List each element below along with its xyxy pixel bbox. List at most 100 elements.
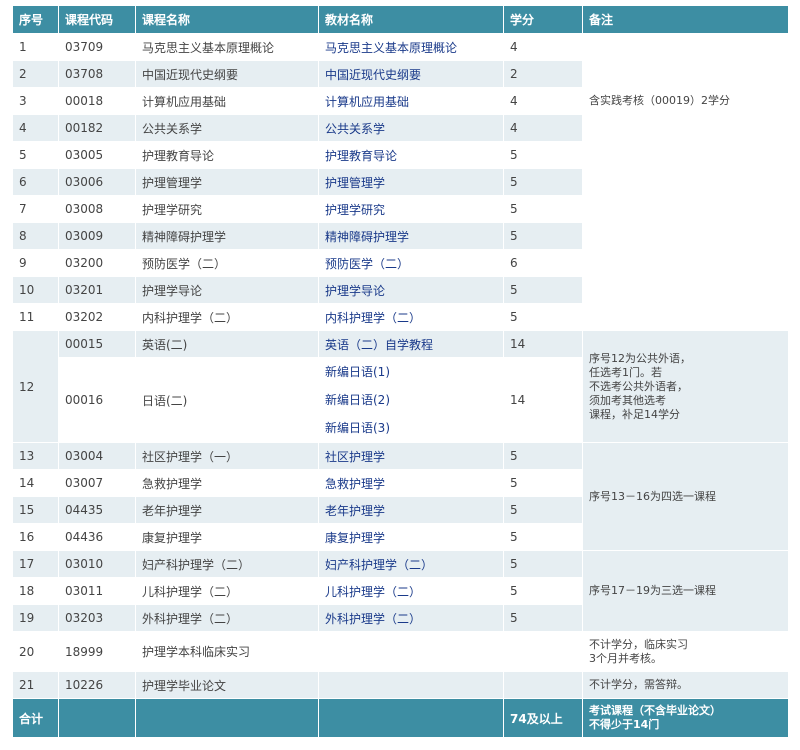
cell-code: 10226 [58,671,136,699]
cell-credit: 5 [503,469,583,497]
cell-book[interactable]: 康复护理学 [318,523,504,551]
cell-note [582,33,789,88]
header-row: 序号 课程代码 课程名称 教材名称 学分 备注 [12,5,789,34]
table-row: 12 00015 英语(二) 英语（二）自学教程 14 序号12为公共外语， 任… [12,330,789,443]
cell-code: 03010 [58,550,136,578]
cell-code: 03203 [58,604,136,632]
cell-book[interactable]: 公共关系学 [318,114,504,142]
cell-book [318,631,504,672]
cell-credit: 14 [503,330,583,358]
cell-book[interactable]: 马克思主义基本原理概论 [318,33,504,61]
table-row: 1 03709 马克思主义基本原理概论 马克思主义基本原理概论 4 [12,33,789,88]
cell-no: 20 [12,631,59,672]
table-row: 20 18999 护理学本科临床实习 不计学分，临床实习 3个月并考核。 [12,631,789,672]
book-link[interactable]: 新编日语(1) [325,359,497,387]
cell-name: 急救护理学 [135,469,319,497]
cell-name: 中国近现代史纲要 [135,60,319,88]
header-book: 教材名称 [318,5,504,34]
cell-no: 4 [12,114,59,142]
cell-name: 护理学导论 [135,276,319,304]
cell-no: 15 [12,496,59,524]
cell-book[interactable]: 护理教育导论 [318,141,504,169]
cell-code: 03009 [58,222,136,250]
cell-book[interactable]: 内科护理学（二） [318,303,504,331]
cell-no: 11 [12,303,59,331]
cell-book[interactable]: 精神障碍护理学 [318,222,504,250]
total-empty [318,698,504,738]
cell-credit: 6 [503,249,583,277]
cell-code: 03201 [58,276,136,304]
cell-note: 含实践考核（00019）2学分 [582,87,789,115]
cell-no: 16 [12,523,59,551]
header-no: 序号 [12,5,59,34]
cell-book[interactable]: 护理管理学 [318,168,504,196]
cell-book: 新编日语(1) 新编日语(2) 新编日语(3) [318,357,504,443]
cell-credit: 5 [503,303,583,331]
cell-name: 外科护理学（二） [135,604,319,632]
table-row: 21 10226 护理学毕业论文 不计学分，需答辩。 [12,671,789,699]
cell-no: 9 [12,249,59,277]
cell-code: 03011 [58,577,136,605]
cell-name: 计算机应用基础 [135,87,319,115]
total-empty [135,698,319,738]
cell-name: 老年护理学 [135,496,319,524]
cell-code: 03004 [58,442,136,470]
cell-name: 社区护理学（一） [135,442,319,470]
cell-note-internship: 不计学分，临床实习 3个月并考核。 [582,631,789,672]
cell-code: 03008 [58,195,136,223]
cell-credit: 5 [503,577,583,605]
cell-name: 妇产科护理学（二） [135,550,319,578]
cell-code: 18999 [58,631,136,672]
cell-credit [503,631,583,672]
table-row: 3 00018 计算机应用基础 计算机应用基础 4 含实践考核（00019）2学… [12,87,789,115]
cell-credit: 5 [503,276,583,304]
cell-credit [503,671,583,699]
cell-book[interactable]: 老年护理学 [318,496,504,524]
cell-code: 03005 [58,141,136,169]
cell-code: 03202 [58,303,136,331]
cell-book[interactable]: 计算机应用基础 [318,87,504,115]
cell-name: 护理教育导论 [135,141,319,169]
cell-code: 03708 [58,60,136,88]
cell-credit: 4 [503,114,583,142]
cell-credit: 5 [503,222,583,250]
cell-code: 00018 [58,87,136,115]
table-row: 13 03004 社区护理学（一） 社区护理学 5 序号13－16为四选一课程 [12,442,789,551]
cell-book[interactable]: 中国近现代史纲要 [318,60,504,88]
cell-book[interactable]: 护理学研究 [318,195,504,223]
cell-book[interactable]: 儿科护理学（二） [318,577,504,605]
cell-book[interactable]: 外科护理学（二） [318,604,504,632]
cell-credit: 5 [503,523,583,551]
cell-no: 3 [12,87,59,115]
cell-credit: 5 [503,168,583,196]
cell-name: 康复护理学 [135,523,319,551]
cell-name: 护理管理学 [135,168,319,196]
cell-book[interactable]: 妇产科护理学（二） [318,550,504,578]
book-link[interactable]: 新编日语(3) [325,414,497,442]
cell-credit: 4 [503,33,583,61]
cell-code: 00182 [58,114,136,142]
cell-code: 03709 [58,33,136,61]
cell-name: 护理学毕业论文 [135,671,319,699]
cell-name: 护理学本科临床实习 [135,631,319,672]
book-link[interactable]: 新编日语(2) [325,386,497,414]
cell-note-elective-group-2: 序号17－19为三选一课程 [582,550,789,632]
cell-no: 2 [12,60,59,88]
cell-no: 18 [12,577,59,605]
cell-book[interactable]: 社区护理学 [318,442,504,470]
cell-credit: 5 [503,442,583,470]
cell-book[interactable]: 预防医学（二） [318,249,504,277]
table-row: 17 03010 妇产科护理学（二） 妇产科护理学（二） 5 序号17－19为三… [12,550,789,632]
cell-book[interactable]: 护理学导论 [318,276,504,304]
cell-book[interactable]: 急救护理学 [318,469,504,497]
cell-no: 5 [12,141,59,169]
cell-no: 8 [12,222,59,250]
total-row: 合计 74及以上 考试课程（不含毕业论文） 不得少于14门 [12,698,789,738]
cell-no: 7 [12,195,59,223]
cell-book[interactable]: 英语（二）自学教程 [318,330,504,358]
cell-code: 00015 [58,330,136,358]
cell-note-foreign-language: 序号12为公共外语， 任选考1门。若 不选考公共外语者， 须加考其他选考 课程，… [582,330,789,443]
total-credit: 74及以上 [503,698,583,738]
cell-credit: 5 [503,496,583,524]
course-table: 序号 课程代码 课程名称 教材名称 学分 备注 1 03709 马克思主义基本原… [12,5,789,738]
